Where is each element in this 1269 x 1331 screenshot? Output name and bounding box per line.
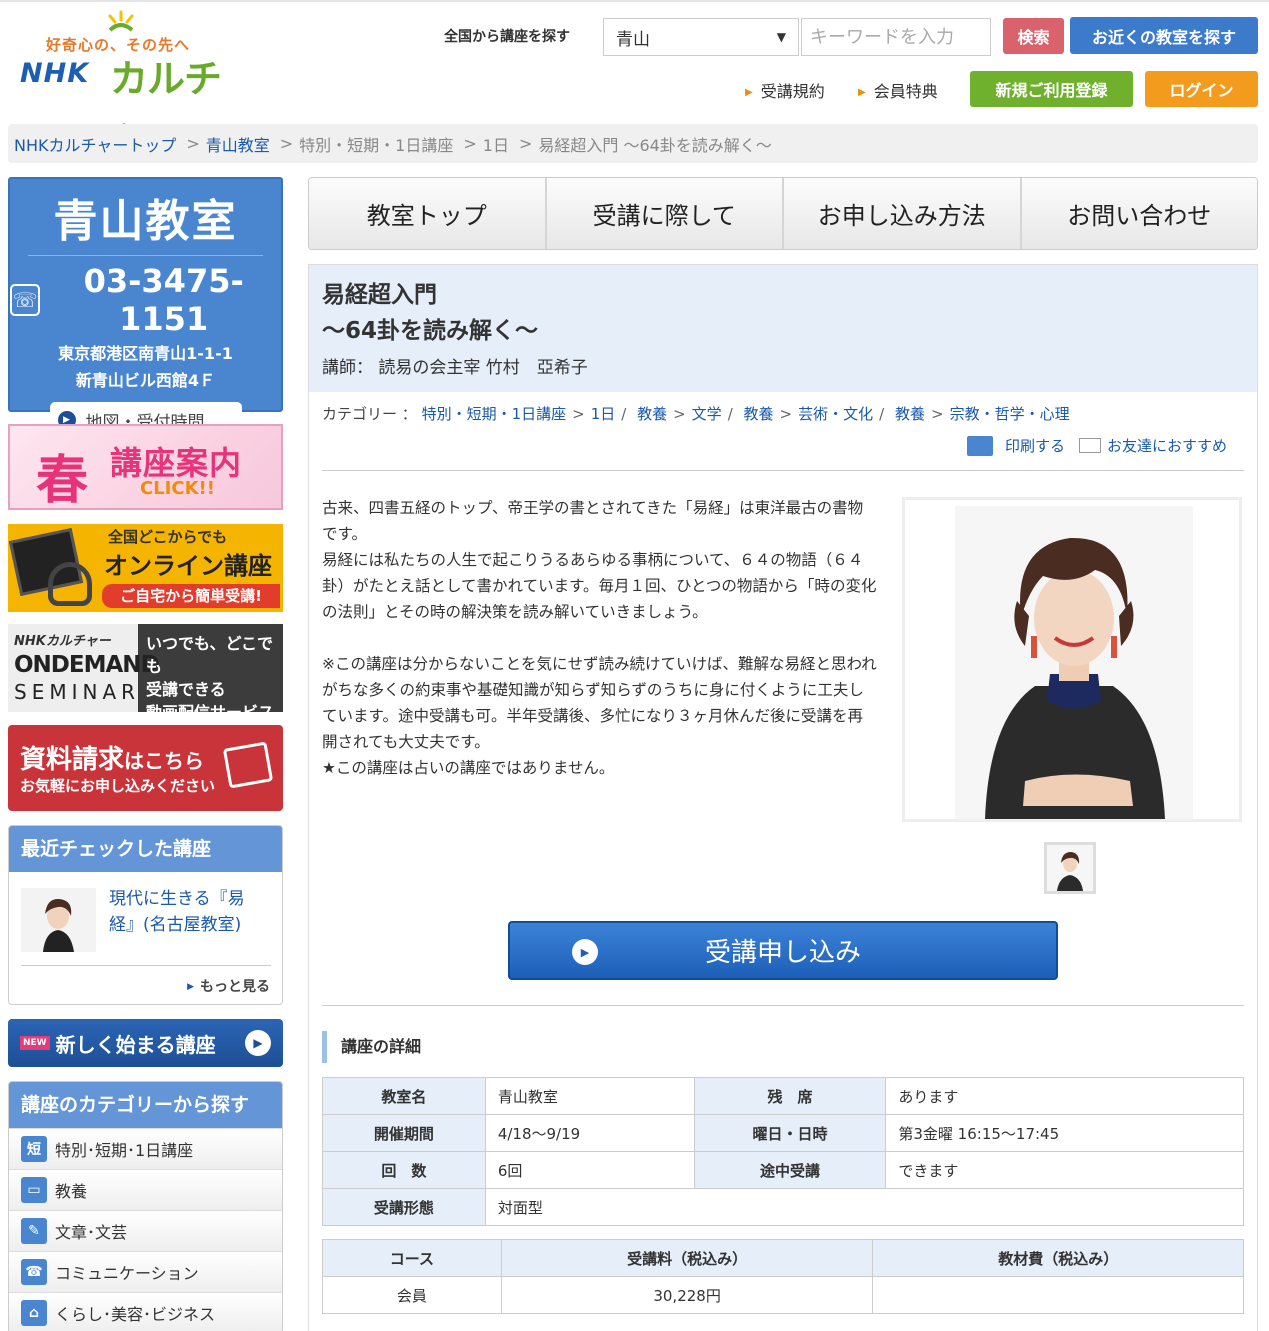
course-teacher: 講師： 読易の会主宰 竹村 亞希子 xyxy=(322,358,588,378)
new-badge: NEW xyxy=(20,1036,50,1050)
printer-icon xyxy=(966,435,993,456)
breadcrumb-current: 易経超入門 ～64卦を読み解く～ xyxy=(538,135,772,155)
ondemand-seminar-banner[interactable]: NHKカルチャー ONDEMAND SEMINAR いつでも、どこでも 受講でき… xyxy=(8,624,283,712)
course-title: 易経超入門 ～64卦を読み解く～ xyxy=(322,282,539,344)
category-title: 講座のカテゴリーから探す xyxy=(9,1082,282,1128)
course-header: 易経超入門 ～64卦を読み解く～ 講師： 読易の会主宰 竹村 亞希子 xyxy=(309,265,1257,392)
chat-icon: ☎ xyxy=(21,1259,47,1285)
school-tel: ☏ 03-3475-1151 xyxy=(10,262,281,338)
search-label: 全国から講座を探す xyxy=(444,29,570,45)
table-row: 受講形態 対面型 xyxy=(322,1188,1245,1226)
house-icon: ⌂ xyxy=(21,1300,47,1326)
course-description: 古来、四書五経のトップ、帝王学の書とされてきた「易経」は東洋最古の書物です。 易… xyxy=(322,499,877,777)
category-item-special[interactable]: 短特別･短期･1日講座 xyxy=(9,1128,282,1169)
breadcrumb-category: 特別・短期・1日講座 xyxy=(299,135,454,155)
tab-guidelines[interactable]: 受講に際して xyxy=(546,178,784,249)
area-select[interactable]: 青山 ▼ xyxy=(603,18,799,56)
brochure-request-banner[interactable]: 資料請求はこちら お気軽にお申し込みください xyxy=(8,725,283,811)
instructor-photo-thumbnail[interactable] xyxy=(1044,842,1096,894)
breadcrumb-top[interactable]: NHKカルチャートップ xyxy=(14,132,176,156)
recently-viewed-box: 最近チェックした講座 現代に生きる『易経』(名古屋教室) もっと見る xyxy=(8,825,283,1005)
pen-icon: ✎ xyxy=(21,1218,47,1244)
category-item-writing[interactable]: ✎ 文章･文芸 xyxy=(9,1210,282,1251)
table-row: 回 数 6回 途中受講 できます xyxy=(322,1151,1244,1189)
table-row: 開催期間 4/18～9/19 曜日・日時 第3金曜 16:15～17:45 xyxy=(322,1114,1244,1152)
header: 好奇心の、その先へ NHK カルチャー 全国から講座を探す 青山 ▼ 検索 お近… xyxy=(0,0,1269,156)
category-link[interactable]: 教養 xyxy=(895,405,925,423)
detail-heading: 講座の詳細 xyxy=(322,1031,421,1063)
category-item-communication[interactable]: ☎ コミュニケーション xyxy=(9,1251,282,1292)
category-link[interactable]: 1日 xyxy=(591,405,616,423)
school-name: 青山教室 xyxy=(53,196,238,247)
book-icon: ▭ xyxy=(21,1177,47,1203)
course-panel: 易経超入門 ～64卦を読み解く～ 講師： 読易の会主宰 竹村 亞希子 カテゴリー… xyxy=(308,264,1258,1331)
category-item-life[interactable]: ⌂ くらし･美容･ビジネス xyxy=(9,1292,282,1331)
tab-contact[interactable]: お問い合わせ xyxy=(1021,178,1257,249)
recently-viewed-title: 最近チェックした講座 xyxy=(9,826,282,872)
play-icon: ▶ xyxy=(572,939,598,965)
school-tabs: 教室トップ 受講に際して お申し込み方法 お問い合わせ xyxy=(308,177,1258,250)
online-courses-banner[interactable]: 全国どこからでも オンライン講座 ご自宅から簡単受講! xyxy=(8,524,283,612)
school-address: 東京都港区南青山1-1-1 新青山ビル西館4Ｆ xyxy=(58,344,233,390)
headphones-icon xyxy=(48,562,92,606)
arrow-right-icon: ▶ xyxy=(245,1030,271,1056)
category-link[interactable]: 教養 xyxy=(637,405,667,423)
keyword-input[interactable] xyxy=(801,18,991,56)
table-row: 教室名 青山教室 残 席 あります xyxy=(322,1077,1244,1115)
table-header-row: コース 受講料（税込み） 教材費（税込み） xyxy=(322,1239,1244,1277)
tab-school-top[interactable]: 教室トップ xyxy=(309,178,547,249)
recent-course-thumbnail[interactable] xyxy=(21,888,96,952)
table-row: 会員 30,228円 xyxy=(322,1276,1244,1314)
spring-courses-banner[interactable]: 春 講座案内 CLICK!! xyxy=(8,424,283,510)
search-button[interactable]: 検索 xyxy=(1003,18,1064,54)
tab-how-to-apply[interactable]: お申し込み方法 xyxy=(784,178,1022,249)
recommend-link[interactable]: お友達におすすめ xyxy=(1107,435,1227,456)
breadcrumb-school[interactable]: 青山教室 xyxy=(206,132,270,156)
fees-table: コース 受講料（税込み） 教材費（税込み） 会員 30,228円 xyxy=(322,1239,1244,1314)
category-item-culture[interactable]: ▭ 教養 xyxy=(9,1169,282,1210)
register-button[interactable]: 新規ご利用登録 xyxy=(970,71,1133,107)
short-course-icon: 短 xyxy=(21,1136,47,1162)
print-link[interactable]: 印刷する xyxy=(1005,435,1065,456)
category-link[interactable]: 芸術・文化 xyxy=(798,405,873,423)
tel-number: 03-3475-1151 xyxy=(83,262,244,338)
mail-icon xyxy=(1078,438,1101,453)
category-box: 講座のカテゴリーから探す 短特別･短期･1日講座 ▭ 教養 ✎ 文章･文芸 ☎ コミュ… xyxy=(8,1081,283,1331)
category-link[interactable]: 文学 xyxy=(692,405,722,423)
find-nearby-button[interactable]: お近くの教室を探す xyxy=(1070,17,1258,54)
sun-icon xyxy=(108,10,134,32)
breadcrumb-subcategory: 1日 xyxy=(482,135,509,155)
course-details-table: 教室名 青山教室 残 席 あります 開催期間 4/18～9/19 曜日・日時 第… xyxy=(322,1077,1245,1226)
apply-button[interactable]: ▶ 受講申し込み xyxy=(508,921,1058,980)
book-icon xyxy=(222,741,274,789)
nhk-culture-logo[interactable]: 好奇心の、その先へ NHK カルチャー xyxy=(18,10,248,156)
category-link[interactable]: 特別・短期・1日講座 xyxy=(422,405,567,423)
logo-nhk: NHK xyxy=(20,58,90,89)
instructor-photo xyxy=(955,506,1193,819)
login-button[interactable]: ログイン xyxy=(1145,71,1258,107)
area-select-value: 青山 xyxy=(616,29,650,50)
phone-icon: ☏ xyxy=(10,284,41,316)
terms-link[interactable]: 受講規約 xyxy=(745,78,825,102)
member-benefits-link[interactable]: 会員特典 xyxy=(858,78,938,102)
page-tools: 印刷する お友達におすすめ xyxy=(966,435,1227,456)
see-more-link[interactable]: もっと見る xyxy=(187,976,270,996)
category-link[interactable]: 宗教・哲学・心理 xyxy=(950,405,1070,423)
new-courses-button[interactable]: NEW 新しく始まる講座 ▶ xyxy=(8,1019,283,1067)
recent-course-link[interactable]: 現代に生きる『易経』(名古屋教室) xyxy=(109,886,269,938)
instructor-photo-frame xyxy=(902,497,1242,822)
chevron-down-icon: ▼ xyxy=(776,30,786,44)
school-info-box: 青山教室 ☏ 03-3475-1151 東京都港区南青山1-1-1 新青山ビル西… xyxy=(8,177,283,438)
category-link[interactable]: 教養 xyxy=(744,405,774,423)
course-categories: カテゴリー ： 特別・短期・1日講座 >1日 / 教養 > 文学 / 教養 > 芸術・文化 / … xyxy=(322,405,1070,423)
breadcrumb: NHKカルチャートップ > 青山教室 > 特別・短期・1日講座 > 1日 > 易… xyxy=(8,124,1258,163)
